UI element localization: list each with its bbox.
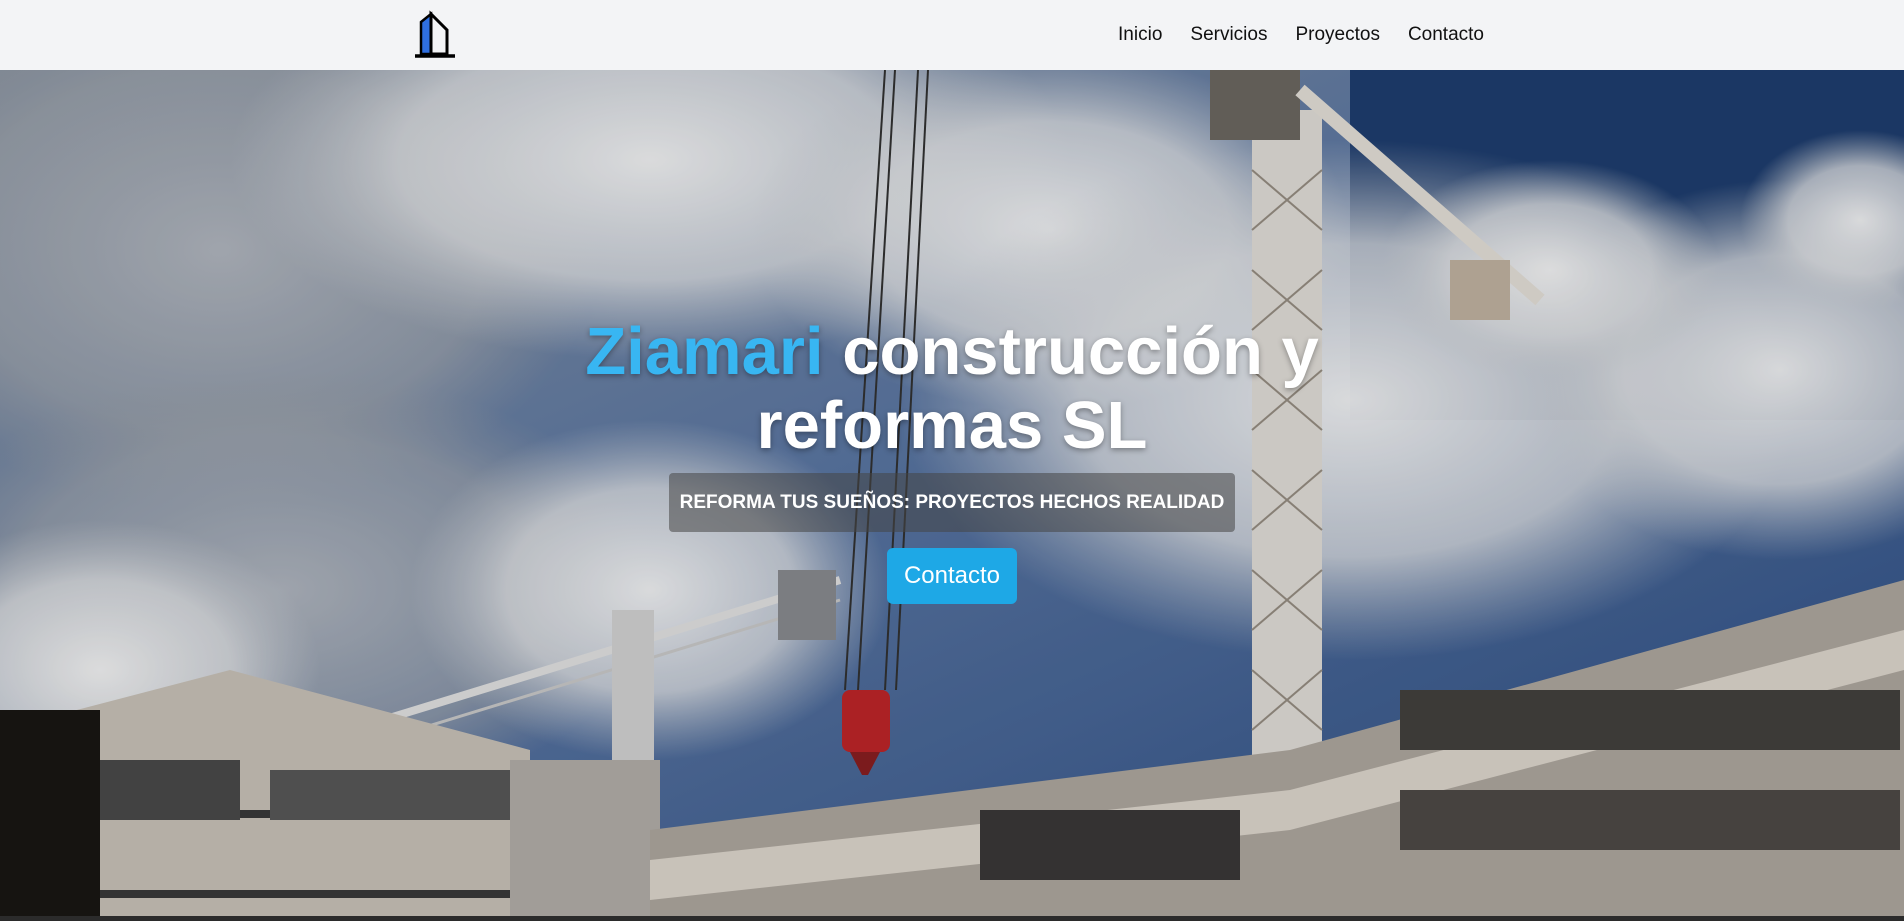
brand-name: Ziamari <box>585 314 824 389</box>
bottom-edge <box>0 916 1904 921</box>
hero-tagline: REFORMA TUS SUEÑOS: PROYECTOS HECHOS REA… <box>669 473 1235 532</box>
nav-inicio[interactable]: Inicio <box>1118 24 1162 46</box>
hero-section: Ziamari construcción y reformas SL REFORM… <box>0 70 1904 921</box>
nav-proyectos[interactable]: Proyectos <box>1295 24 1379 46</box>
hero-content: Ziamari construcción y reformas SL REFORM… <box>0 70 1904 921</box>
contact-button[interactable]: Contacto <box>887 548 1017 604</box>
nav-contacto[interactable]: Contacto <box>1408 24 1484 46</box>
building-icon[interactable] <box>411 10 459 60</box>
main-nav: Inicio Servicios Proyectos Contacto <box>1118 0 1484 70</box>
navbar: Inicio Servicios Proyectos Contacto <box>0 0 1904 70</box>
title-line1: construcción y <box>842 314 1319 389</box>
title-line2: reformas SL <box>756 388 1148 463</box>
hero-title: Ziamari construcción y reformas SL <box>452 315 1452 463</box>
nav-servicios[interactable]: Servicios <box>1190 24 1267 46</box>
